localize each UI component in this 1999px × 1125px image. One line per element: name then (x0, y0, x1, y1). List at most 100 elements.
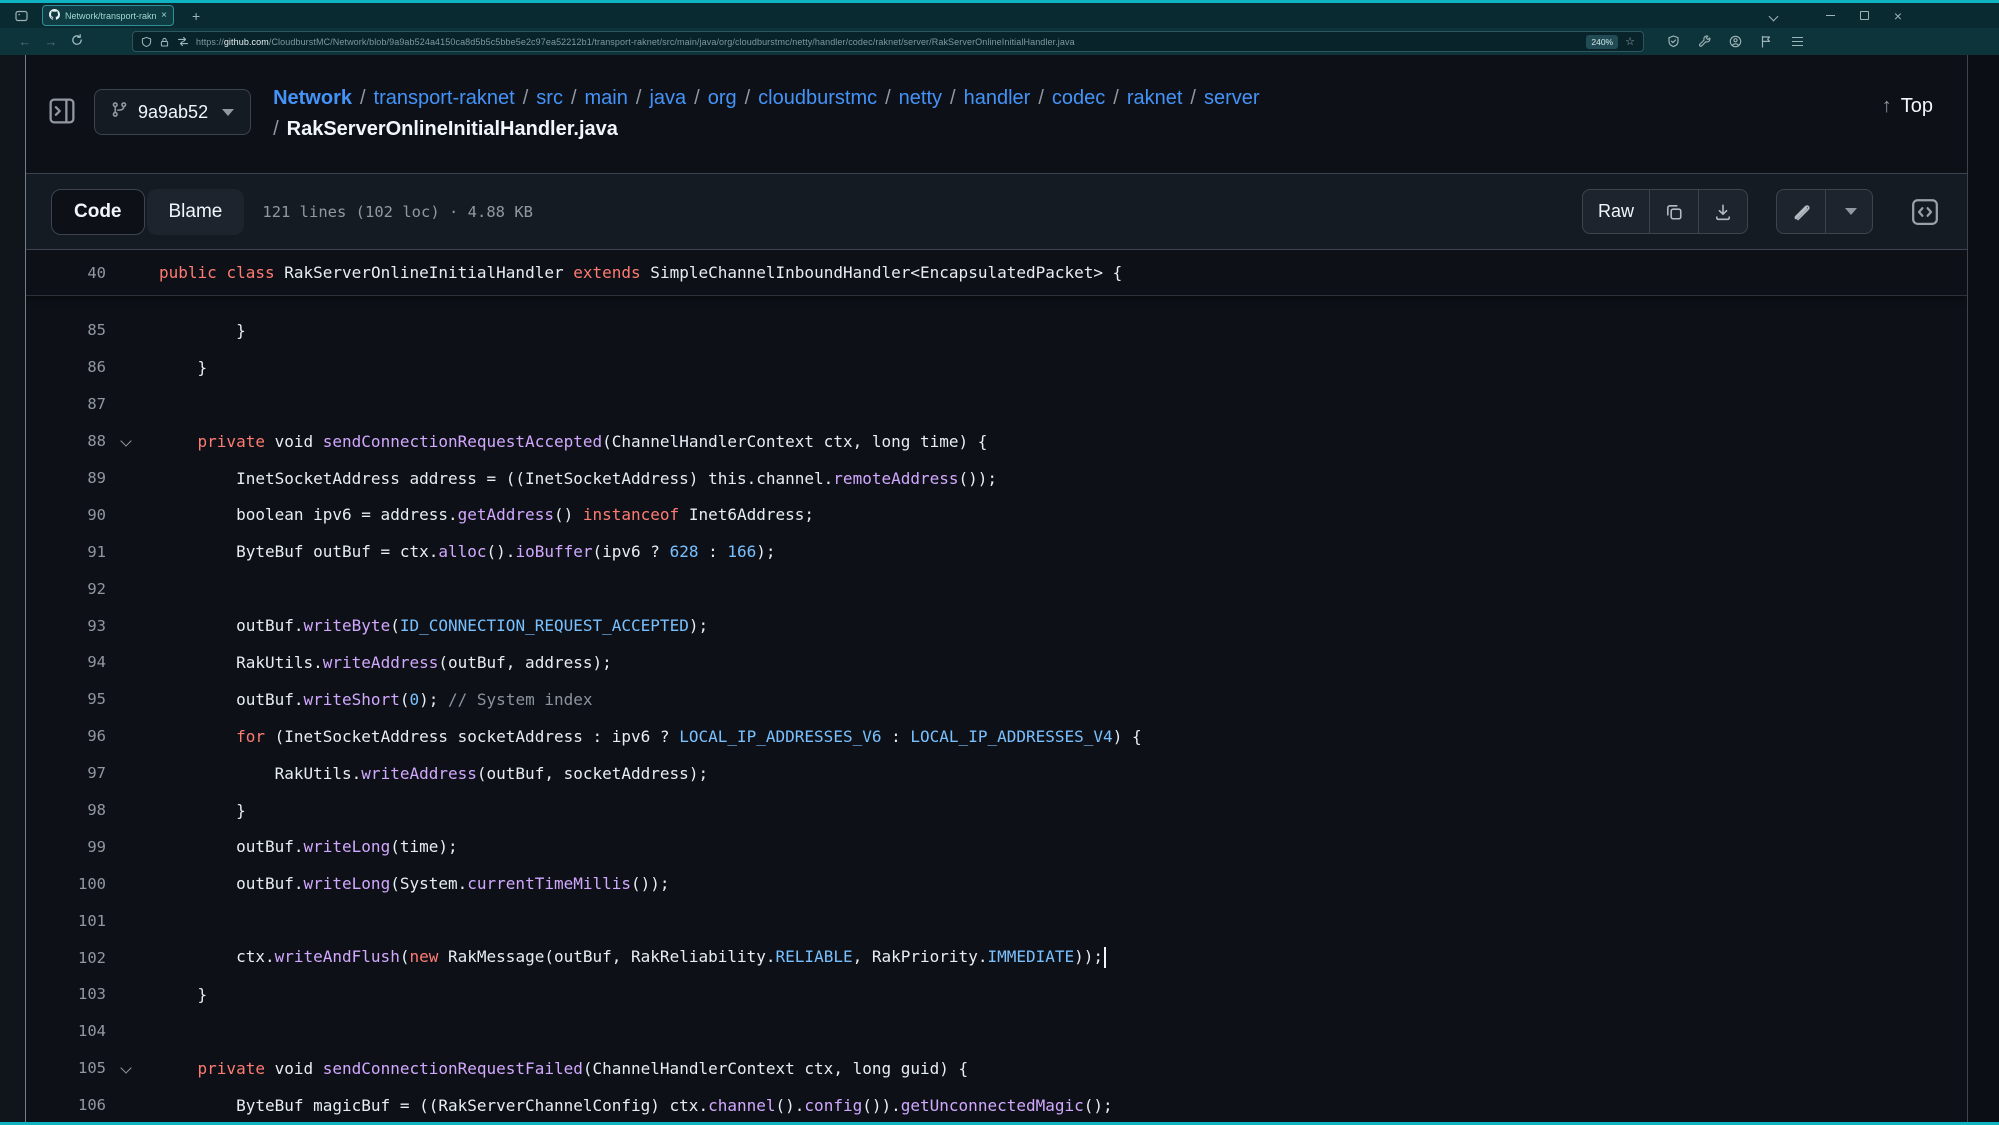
line-number[interactable]: 91 (26, 543, 106, 561)
url-text: https://github.com/CloudburstMC/Network/… (196, 37, 1579, 47)
code-line: 105 private void sendConnectionRequestFa… (26, 1050, 1967, 1087)
line-number[interactable]: 105 (26, 1059, 106, 1077)
line-number[interactable]: 95 (26, 690, 106, 708)
line-number[interactable]: 93 (26, 617, 106, 635)
line-number[interactable]: 40 (26, 264, 106, 282)
line-number[interactable]: 102 (26, 949, 106, 967)
tab-close-icon[interactable]: × (161, 11, 167, 21)
wrench-icon[interactable] (1693, 32, 1715, 52)
code-text: private void sendConnectionRequestAccept… (159, 432, 987, 451)
breadcrumb: Network / transport-raknet / src / main / java / o… (273, 83, 1259, 145)
file-tree-toggle-button[interactable] (44, 93, 80, 129)
breadcrumb-dir-link[interactable]: transport-raknet (374, 87, 515, 109)
file-breadcrumb-header: 9a9ab52 Network / transport-raknet / src / mai… (26, 55, 1967, 173)
browser-nav-bar: ← → https://github.com/CloudburstMC/Netw… (0, 28, 1999, 55)
caret-down-icon (222, 109, 234, 116)
line-number[interactable]: 97 (26, 764, 106, 782)
scroll-to-top-button[interactable]: ↑ Top (1872, 89, 1943, 124)
breadcrumb-separator: / (636, 87, 642, 109)
code-line: 101 (26, 902, 1967, 939)
fold-chevron-icon[interactable] (122, 1064, 131, 1073)
new-tab-button[interactable]: + (186, 8, 206, 24)
breadcrumb-dir-link[interactable]: src (536, 87, 563, 109)
bookmark-star-icon[interactable]: ☆ (1625, 35, 1635, 48)
edit-button[interactable] (1777, 190, 1825, 233)
symbols-panel-button[interactable] (1908, 195, 1942, 229)
code-text: private void sendConnectionRequestFailed… (159, 1059, 968, 1078)
account-profile-icon[interactable] (1724, 32, 1746, 52)
breadcrumb-separator: / (1113, 87, 1119, 109)
line-number[interactable]: 87 (26, 395, 106, 413)
permissions-icon[interactable] (177, 36, 189, 47)
edit-dropdown-button[interactable] (1825, 190, 1872, 233)
zoom-level-badge[interactable]: 240% (1586, 35, 1618, 49)
line-number[interactable]: 86 (26, 358, 106, 376)
breadcrumb-separator: / (885, 87, 891, 109)
line-number[interactable]: 94 (26, 653, 106, 671)
browser-tab[interactable]: Network/transport-raknet/src/m × (42, 5, 174, 26)
line-number[interactable]: 106 (26, 1096, 106, 1114)
line-number[interactable]: 88 (26, 432, 106, 450)
breadcrumb-dir-link[interactable]: main (585, 87, 628, 109)
breadcrumb-dir-link[interactable]: raknet (1127, 87, 1183, 109)
sticky-context-line: 40public class RakServerOnlineInitialHan… (26, 250, 1967, 296)
line-number[interactable]: 85 (26, 321, 106, 339)
reload-icon[interactable] (64, 34, 90, 49)
line-number[interactable]: 92 (26, 580, 106, 598)
code-text: RakUtils.writeAddress(outBuf, address); (159, 653, 612, 672)
url-bar[interactable]: https://github.com/CloudburstMC/Network/… (132, 31, 1644, 52)
fold-chevron-icon[interactable] (122, 437, 131, 446)
code-line: 86 } (26, 349, 1967, 386)
breadcrumb-separator: / (1038, 87, 1044, 109)
copy-button[interactable] (1649, 190, 1698, 233)
line-number[interactable]: 99 (26, 838, 106, 856)
scrollbar-track[interactable] (1967, 55, 1999, 1122)
line-number[interactable]: 98 (26, 801, 106, 819)
breadcrumb-dir-link[interactable]: codec (1052, 87, 1105, 109)
menu-hamburger-icon[interactable] (1786, 32, 1808, 52)
breadcrumb-dir-link[interactable]: handler (964, 87, 1031, 109)
lock-icon[interactable] (159, 36, 170, 48)
breadcrumb-dir-link[interactable]: netty (899, 87, 942, 109)
shield-check-icon[interactable] (1662, 32, 1684, 52)
breadcrumb-dir-link[interactable]: server (1204, 87, 1260, 109)
code-text: outBuf.writeLong(time); (159, 837, 458, 856)
back-icon[interactable]: ← (12, 34, 38, 49)
tab-blame[interactable]: Blame (147, 189, 245, 235)
breadcrumb-separator: / (745, 87, 751, 109)
breadcrumb-separator: / (694, 87, 700, 109)
line-number[interactable]: 103 (26, 985, 106, 1003)
forward-icon[interactable]: → (38, 34, 64, 49)
window-maximize-button[interactable] (1847, 5, 1881, 26)
breadcrumb-dir-link[interactable]: org (708, 87, 737, 109)
raw-button[interactable]: Raw (1583, 190, 1649, 233)
window-minimize-button[interactable] (1813, 5, 1847, 26)
branch-selector-button[interactable]: 9a9ab52 (94, 89, 251, 135)
line-number[interactable]: 104 (26, 1022, 106, 1040)
tracking-shield-icon[interactable] (141, 36, 152, 48)
tab-code[interactable]: Code (51, 189, 145, 235)
line-number[interactable]: 96 (26, 727, 106, 745)
breadcrumb-repo-link[interactable]: Network (273, 87, 352, 109)
line-number[interactable]: 100 (26, 875, 106, 893)
code-line: 98 } (26, 792, 1967, 829)
breadcrumb-separator: / (1190, 87, 1196, 109)
window-close-button[interactable]: × (1881, 5, 1915, 26)
breadcrumb-dir-link[interactable]: cloudburstmc (758, 87, 877, 109)
firefox-view-icon[interactable] (10, 6, 32, 25)
flag-icon[interactable] (1755, 32, 1777, 52)
tab-list-chevron-icon[interactable] (1757, 5, 1791, 26)
breadcrumb-separator: / (360, 87, 366, 109)
code-line: 95 outBuf.writeShort(0); // System index (26, 681, 1967, 718)
code-text: ctx.writeAndFlush(new RakMessage(outBuf,… (159, 947, 1106, 968)
line-number[interactable]: 101 (26, 912, 106, 930)
download-button[interactable] (1698, 190, 1747, 233)
code-line: 100 outBuf.writeLong(System.currentTimeM… (26, 865, 1967, 902)
line-number[interactable]: 90 (26, 506, 106, 524)
code-line: 97 RakUtils.writeAddress(outBuf, socketA… (26, 755, 1967, 792)
top-label: Top (1901, 95, 1933, 118)
code-text: outBuf.writeByte(ID_CONNECTION_REQUEST_A… (159, 616, 708, 635)
code-text: for (InetSocketAddress socketAddress : i… (159, 727, 1142, 746)
breadcrumb-dir-link[interactable]: java (649, 87, 686, 109)
line-number[interactable]: 89 (26, 469, 106, 487)
